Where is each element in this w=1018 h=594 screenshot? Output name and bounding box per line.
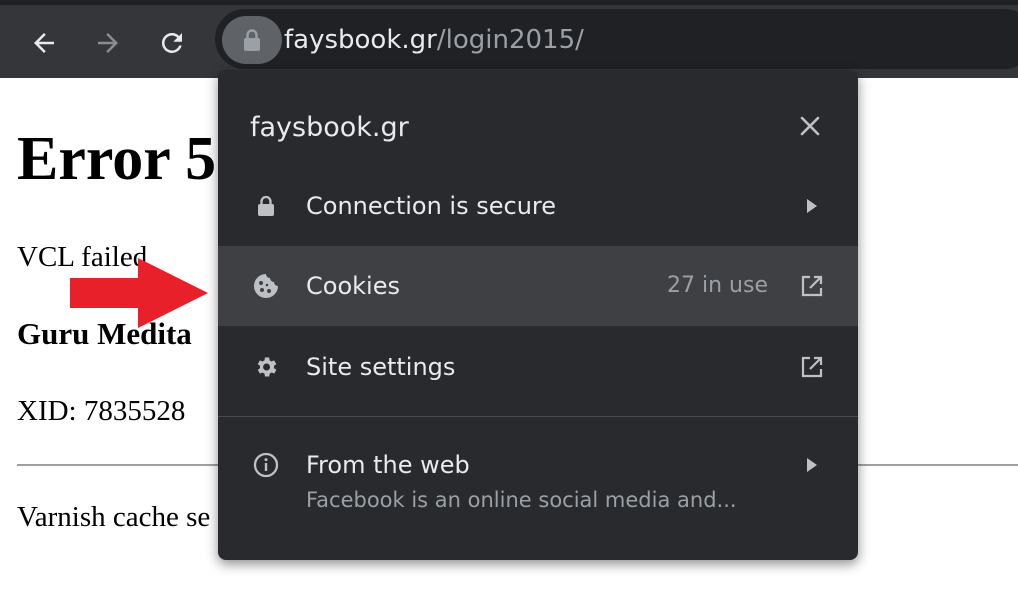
lock-icon <box>244 29 260 51</box>
error-title: Error 5 <box>17 125 217 193</box>
site-info-popup: faysbook.gr Connection is secure Cookies… <box>218 70 858 560</box>
popup-site-name: faysbook.gr <box>250 112 409 143</box>
gear-icon <box>252 353 280 381</box>
error-footer: Varnish cache se <box>17 501 211 533</box>
from-the-web-label: From the web <box>306 451 470 479</box>
url-path: /login2015/ <box>436 25 584 55</box>
close-icon <box>800 116 820 136</box>
popup-divider <box>218 416 858 417</box>
connection-security-row[interactable]: Connection is secure <box>218 166 858 246</box>
cookie-icon <box>252 272 280 300</box>
connection-label: Connection is secure <box>306 192 557 220</box>
lock-icon <box>252 192 280 220</box>
reload-button[interactable] <box>152 23 192 63</box>
caret-right-icon <box>796 190 828 222</box>
close-button[interactable] <box>792 108 828 144</box>
arrow-right-icon <box>98 33 118 53</box>
external-link-icon <box>796 270 828 302</box>
arrow-left-icon <box>34 33 54 53</box>
red-arrow-icon <box>70 258 208 328</box>
url-text[interactable]: faysbook.gr/login2015/ <box>284 22 584 58</box>
caret-right-icon <box>796 449 828 481</box>
from-the-web-row[interactable]: From the web Facebook is an online socia… <box>218 425 858 535</box>
cookies-count: 27 in use <box>667 273 768 298</box>
cookies-label: Cookies <box>306 272 400 300</box>
site-settings-row[interactable]: Site settings <box>218 327 858 407</box>
site-info-button[interactable] <box>222 16 282 64</box>
cookies-row[interactable]: Cookies 27 in use <box>218 246 858 326</box>
reload-icon <box>161 32 182 53</box>
forward-button[interactable] <box>88 23 128 63</box>
error-xid: XID: 7835528 <box>17 395 186 427</box>
url-host: faysbook.gr <box>284 25 437 55</box>
external-link-icon <box>796 351 828 383</box>
site-settings-label: Site settings <box>306 353 456 381</box>
from-the-web-description: Facebook is an online social media and..… <box>306 488 737 512</box>
info-icon <box>252 451 280 479</box>
back-button[interactable] <box>24 23 64 63</box>
